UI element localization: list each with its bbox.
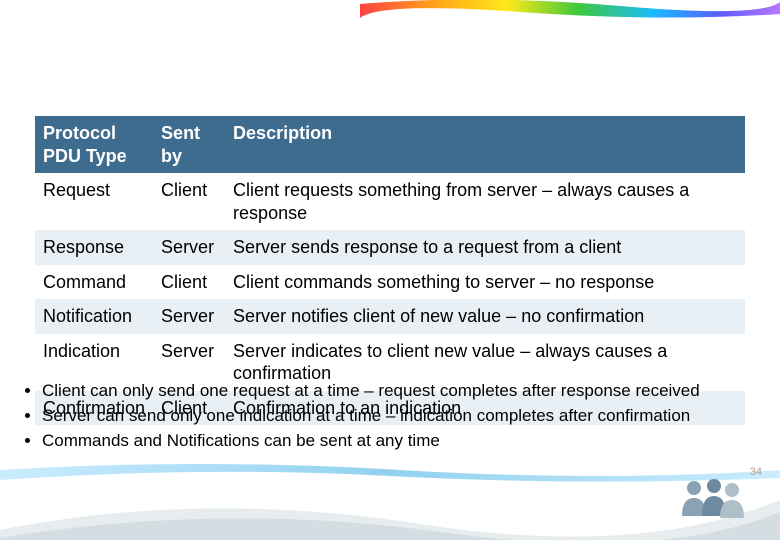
table-row: Request Client Client requests something…	[35, 173, 745, 230]
cell-pdu: Response	[35, 230, 153, 265]
bullet-list: Client can only send one request at a ti…	[24, 380, 756, 455]
list-item: Commands and Notifications can be sent a…	[42, 430, 756, 453]
cell-sent: Client	[153, 265, 225, 300]
cell-pdu: Request	[35, 173, 153, 230]
footer-blue-stripe	[0, 456, 780, 484]
table-row: Command Client Client commands something…	[35, 265, 745, 300]
cell-desc: Client requests something from server – …	[225, 173, 745, 230]
list-item: Client can only send one request at a ti…	[42, 380, 756, 403]
list-item: Server can send only one indication at a…	[42, 405, 756, 428]
cell-sent: Client	[153, 173, 225, 230]
table-header-row: Protocol PDU Type Sent by Description	[35, 116, 745, 173]
col-sent-by: Sent by	[153, 116, 225, 173]
footer-swoosh-decoration	[0, 480, 780, 540]
col-protocol-pdu-type: Protocol PDU Type	[35, 116, 153, 173]
pdu-table: Protocol PDU Type Sent by Description Re…	[35, 116, 745, 425]
table-row: Response Server Server sends response to…	[35, 230, 745, 265]
cell-sent: Server	[153, 299, 225, 334]
cell-desc: Server sends response to a request from …	[225, 230, 745, 265]
cell-desc: Server notifies client of new value – no…	[225, 299, 745, 334]
slide-number: 34	[750, 466, 762, 478]
people-icon	[676, 476, 748, 522]
slide: Protocol PDU Type Sent by Description Re…	[0, 0, 780, 540]
rainbow-top-decoration	[360, 0, 780, 24]
col-description: Description	[225, 116, 745, 173]
table-row: Notification Server Server notifies clie…	[35, 299, 745, 334]
cell-sent: Server	[153, 230, 225, 265]
cell-pdu: Notification	[35, 299, 153, 334]
cell-desc: Client commands something to server – no…	[225, 265, 745, 300]
cell-pdu: Command	[35, 265, 153, 300]
